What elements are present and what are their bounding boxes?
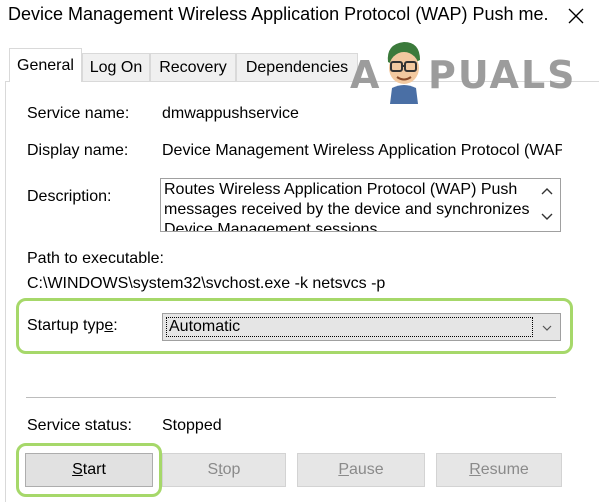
description-label: Description: xyxy=(27,188,112,205)
startup-type-select[interactable]: Automatic xyxy=(162,313,561,341)
display-name-label: Display name: xyxy=(27,142,129,159)
startup-type-label: Startup type: xyxy=(27,317,118,334)
description-line: Routes Wireless Application Protocol (WA… xyxy=(164,181,518,198)
description-text: Routes Wireless Application Protocol (WA… xyxy=(164,180,532,232)
tab-log-on-label: Log On xyxy=(89,58,143,76)
close-icon xyxy=(568,8,584,24)
pause-button[interactable]: Pause xyxy=(297,453,425,487)
pause-button-label: Pause xyxy=(338,461,384,478)
watermark-text-puals: PUALS xyxy=(428,53,577,97)
description-textbox[interactable]: Routes Wireless Application Protocol (WA… xyxy=(160,178,561,232)
appuals-watermark: A PUALS xyxy=(350,38,575,110)
service-status-label: Service status: xyxy=(27,417,132,434)
stop-button-label: Stop xyxy=(207,461,241,478)
tab-recovery[interactable]: Recovery xyxy=(150,53,236,81)
startup-type-value: Automatic xyxy=(166,317,533,337)
tab-dependencies[interactable]: Dependencies xyxy=(236,53,358,81)
path-value[interactable]: C:\WINDOWS\system32\svchost.exe -k netsv… xyxy=(27,275,385,293)
description-scrollbar[interactable] xyxy=(534,179,560,231)
chevron-down-icon xyxy=(542,325,552,331)
resume-button-label: Resume xyxy=(469,461,529,478)
start-button-label: Start xyxy=(72,461,106,478)
resume-button[interactable]: Resume xyxy=(436,453,562,487)
start-button[interactable]: Start xyxy=(25,453,153,487)
mascot-icon xyxy=(387,42,420,104)
stop-button[interactable]: Stop xyxy=(162,453,286,487)
scroll-down-icon[interactable] xyxy=(540,209,554,223)
path-label: Path to executable: xyxy=(27,250,164,267)
description-line: messages received by the device and sync… xyxy=(164,201,530,218)
service-status-value: Stopped xyxy=(162,417,222,434)
service-properties-dialog: Device Management Wireless Application P… xyxy=(0,0,599,502)
tab-log-on[interactable]: Log On xyxy=(82,53,150,81)
scroll-up-icon[interactable] xyxy=(540,185,554,199)
description-line: Device Management sessions xyxy=(164,221,378,232)
tab-dependencies-label: Dependencies xyxy=(245,58,349,76)
title-bar[interactable]: Device Management Wireless Application P… xyxy=(0,0,599,34)
display-name-value[interactable]: Device Management Wireless Application P… xyxy=(162,142,562,160)
tab-general[interactable]: General xyxy=(9,48,82,82)
separator xyxy=(26,397,556,398)
service-name-value[interactable]: dmwappushservice xyxy=(162,105,299,123)
watermark-text-a: A xyxy=(350,53,382,97)
service-name-label: Service name: xyxy=(27,105,130,122)
close-button[interactable] xyxy=(556,0,596,32)
tab-recovery-label: Recovery xyxy=(159,58,227,76)
window-title: Device Management Wireless Application P… xyxy=(8,4,548,24)
tab-general-label: General xyxy=(17,56,74,74)
